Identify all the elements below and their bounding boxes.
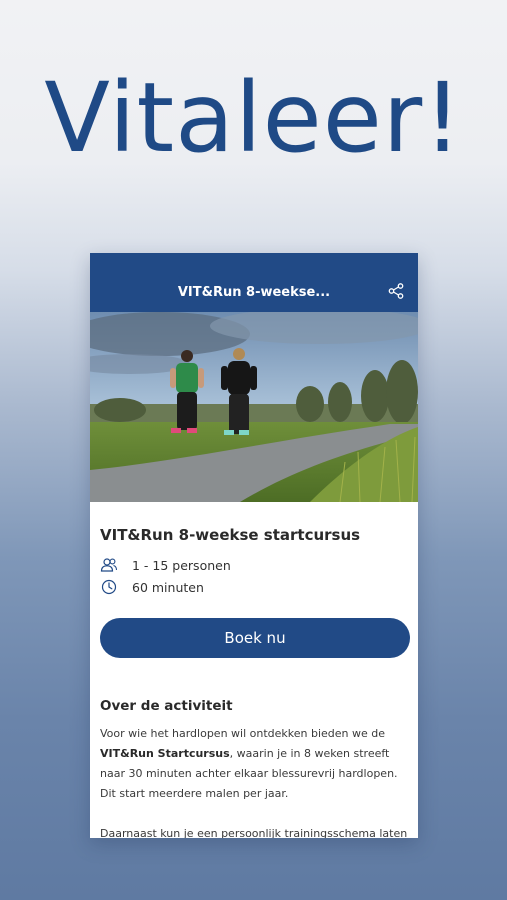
duration-row: 60 minuten — [100, 578, 408, 596]
people-icon — [100, 558, 118, 572]
participants-text: 1 - 15 personen — [132, 557, 231, 573]
header-title: VIT&Run 8-weekse... — [177, 285, 331, 300]
activity-title: VIT&Run 8-weekse startcursus — [100, 526, 361, 544]
runners-photo — [90, 312, 418, 502]
about-text-1: Voor wie het hardlopen wil ontdekken bie… — [100, 727, 386, 740]
book-now-button[interactable]: Boek nu — [100, 618, 410, 658]
about-description: Voor wie het hardlopen wil ontdekken bie… — [100, 724, 408, 804]
promo-title: Vitaleer! — [44, 62, 463, 174]
about-course-name: VIT&Run Startcursus — [100, 747, 230, 760]
app-header: VIT&Run 8-weekse... — [90, 253, 418, 312]
participants-row: 1 - 15 personen — [100, 556, 408, 574]
about-description-2: Daarnaast kun je een persoonlijk trainin… — [100, 827, 408, 838]
duration-text: 60 minuten — [132, 579, 204, 595]
clock-icon — [101, 579, 117, 595]
activity-content: VIT&Run 8-weekse startcursus 1 - 15 pers… — [100, 502, 410, 838]
share-icon[interactable] — [388, 283, 404, 299]
about-heading: Over de activiteit — [100, 698, 233, 714]
app-screen: VIT&Run 8-weekse... VIT&Run 8-weekse sta… — [90, 253, 418, 838]
